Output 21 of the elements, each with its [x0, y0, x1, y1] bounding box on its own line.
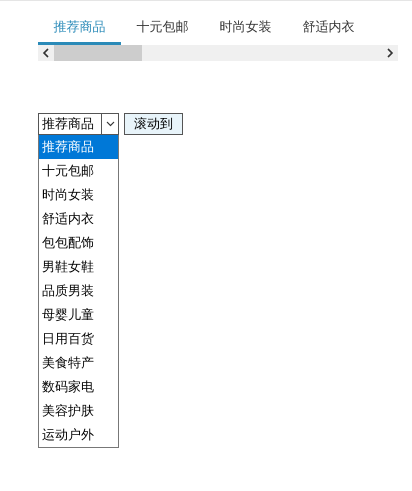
tab[interactable]: 十元包邮 — [121, 17, 204, 45]
dropdown-option[interactable]: 男鞋女鞋 — [39, 255, 118, 279]
dropdown-option[interactable]: 时尚女装 — [39, 183, 118, 207]
dropdown-option[interactable]: 舒适内衣 — [39, 207, 118, 231]
dropdown-option[interactable]: 十元包邮 — [39, 159, 118, 183]
dropdown-option[interactable]: 运动户外 — [39, 423, 118, 447]
dropdown-option[interactable]: 美食特产 — [39, 351, 118, 375]
dropdown-option[interactable]: 包包配饰 — [39, 231, 118, 255]
tab[interactable]: 时尚女装 — [204, 17, 287, 45]
dropdown-option[interactable]: 母婴儿童 — [39, 303, 118, 327]
horizontal-scrollbar[interactable] — [38, 45, 398, 61]
dropdown-option[interactable]: 日用百货 — [39, 327, 118, 351]
scroll-to-button[interactable]: 滚动到 — [124, 113, 183, 135]
scrollbar-thumb[interactable] — [54, 45, 142, 61]
dropdown-option[interactable]: 美容护肤 — [39, 399, 118, 423]
tab[interactable]: 舒适内衣 — [287, 17, 370, 45]
dropdown-option[interactable]: 推荐商品 — [39, 135, 118, 159]
dropdown-option[interactable]: 品质男装 — [39, 279, 118, 303]
dropdown-option[interactable]: 数码家电 — [39, 375, 118, 399]
category-select[interactable]: 推荐商品 — [38, 113, 119, 135]
chevron-down-icon — [106, 121, 114, 127]
